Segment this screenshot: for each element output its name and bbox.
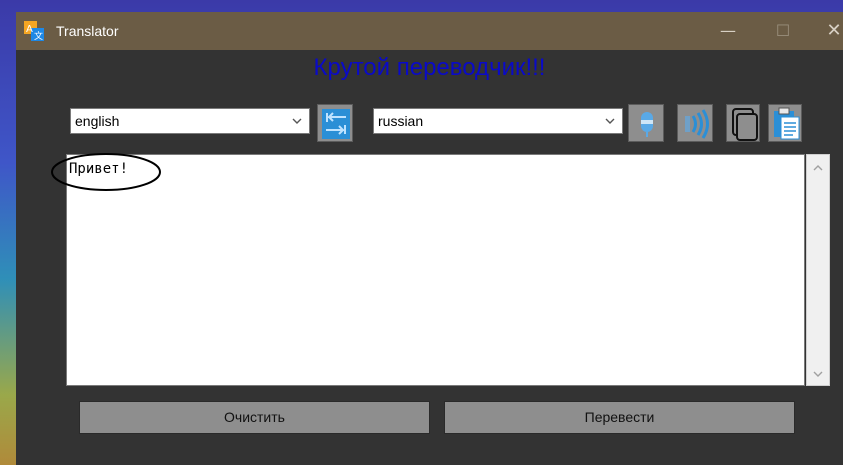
speaker-icon xyxy=(685,109,709,139)
copy-button[interactable] xyxy=(726,104,760,142)
microphone-icon xyxy=(641,112,653,137)
chevron-up-icon[interactable] xyxy=(812,163,824,173)
source-language-value: english xyxy=(75,113,120,129)
clear-button[interactable]: Очистить xyxy=(79,401,430,434)
minimize-button[interactable]: — xyxy=(705,12,751,50)
swap-languages-button[interactable] xyxy=(317,104,353,142)
paste-button[interactable] xyxy=(768,104,802,142)
microphone-button[interactable] xyxy=(628,104,664,142)
page-title: Крутой переводчик!!! xyxy=(313,54,546,81)
text-scrollbar[interactable] xyxy=(806,154,830,386)
source-text-value: Привет! xyxy=(69,161,129,177)
close-button[interactable]: ✕ xyxy=(811,12,843,50)
swap-languages-icon xyxy=(322,109,350,139)
svg-text:文: 文 xyxy=(34,30,43,41)
clipboard-paste-icon xyxy=(774,107,800,140)
source-text-input[interactable]: Привет! xyxy=(66,154,805,386)
title-bar[interactable]: A 文 Translator — ☐ ✕ xyxy=(16,12,843,50)
window-title: Translator xyxy=(56,23,119,39)
chevron-down-icon xyxy=(292,118,302,124)
maximize-button[interactable]: ☐ xyxy=(760,12,806,50)
translator-window: A 文 Translator — ☐ ✕ Крутой переводчик!!… xyxy=(16,12,843,465)
translator-app-icon: A 文 xyxy=(24,21,44,42)
target-language-value: russian xyxy=(378,113,424,129)
chevron-down-icon[interactable] xyxy=(812,369,824,379)
copy-icon xyxy=(732,108,758,141)
translate-button[interactable]: Перевести xyxy=(444,401,795,434)
svg-text:A: A xyxy=(26,24,33,35)
speaker-button[interactable] xyxy=(677,104,713,142)
target-language-select[interactable]: russian xyxy=(373,108,623,134)
source-language-select[interactable]: english xyxy=(70,108,310,134)
chevron-down-icon xyxy=(605,118,615,124)
